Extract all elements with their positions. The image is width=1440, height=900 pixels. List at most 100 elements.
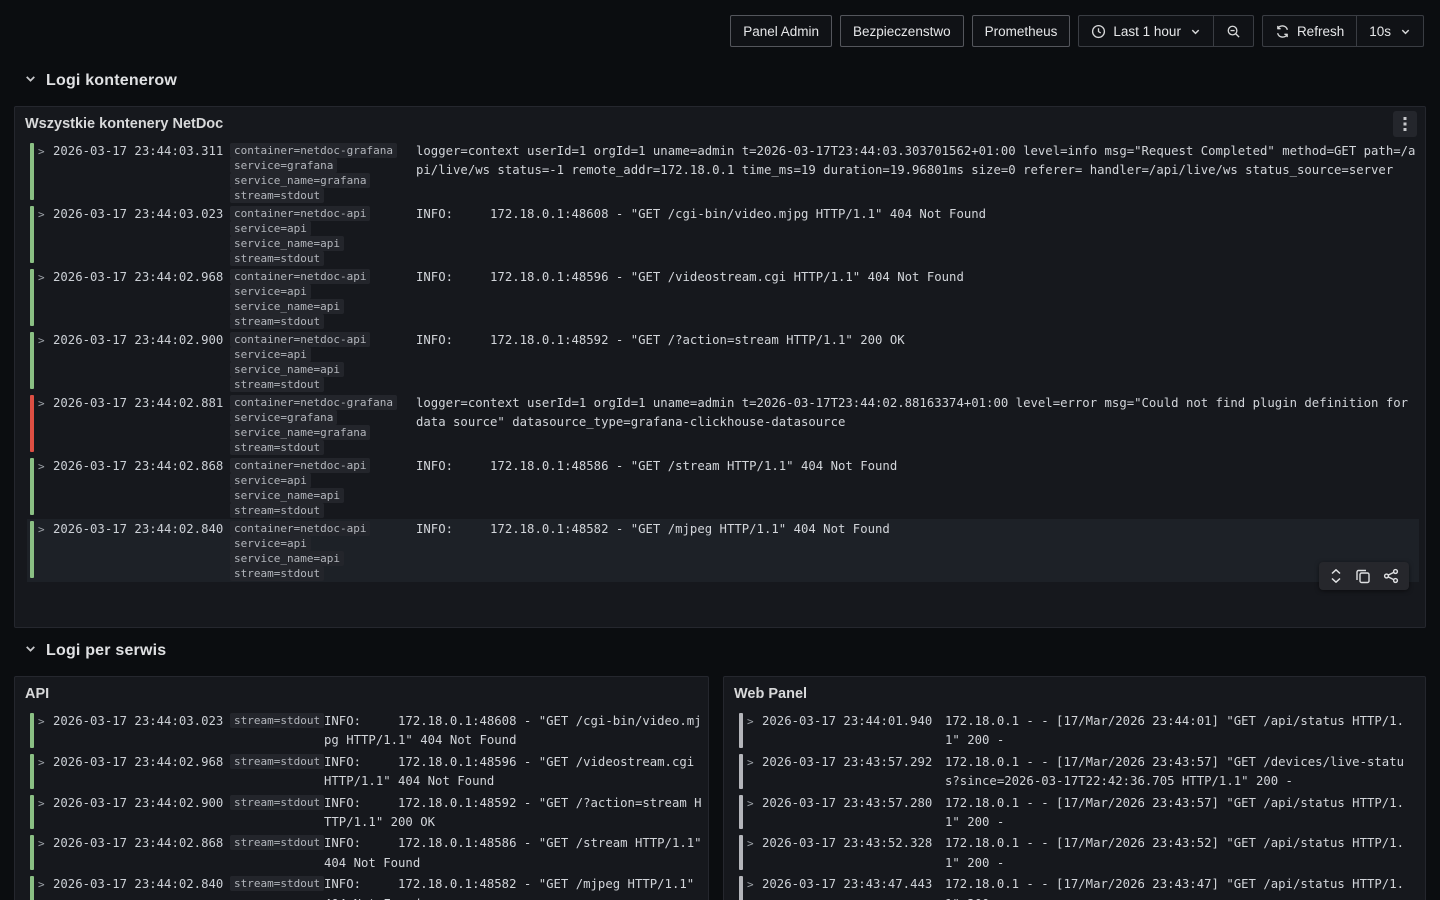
expand-chevron-icon[interactable]: > [747, 753, 758, 772]
nav-button-prometheus[interactable]: Prometheus [972, 15, 1071, 47]
panel-web: Web Panel > 2026-03-17 23:44:01.940 172.… [723, 676, 1426, 900]
log-labels: stream=stdout [230, 875, 318, 891]
log-label-chip: service_name=api [230, 299, 344, 314]
log-label-chip: stream=stdout [230, 503, 324, 518]
log-timestamp: 2026-03-17 23:43:47.443 [762, 875, 933, 894]
log-row[interactable]: > 2026-03-17 23:44:01.940 172.18.0.1 - -… [736, 711, 1419, 752]
log-label-chip: container=netdoc-grafana [230, 395, 397, 410]
log-level-bar [739, 713, 743, 748]
unfold-row-icon[interactable] [1329, 568, 1343, 584]
log-level-bar [30, 332, 34, 389]
log-level-bar [30, 206, 34, 263]
log-list: > 2026-03-17 23:44:03.311 container=netd… [15, 137, 1425, 582]
log-level-bar [739, 795, 743, 830]
kebab-menu-icon[interactable] [1393, 111, 1417, 137]
log-label-chip: container=netdoc-grafana [230, 143, 397, 158]
log-level-bar [30, 713, 34, 748]
expand-chevron-icon[interactable]: > [38, 794, 49, 813]
nav-button-label: Bezpieczenstwo [853, 24, 951, 39]
log-label-chip: service_name=grafana [230, 173, 370, 188]
log-row[interactable]: > 2026-03-17 23:43:57.280 172.18.0.1 - -… [736, 793, 1419, 834]
log-message: logger=context userId=1 orgId=1 uname=ad… [416, 394, 1418, 433]
log-message: 172.18.0.1 - - [17/Mar/2026 23:43:57] "G… [945, 794, 1406, 833]
nav-button-bezpieczenstwo[interactable]: Bezpieczenstwo [840, 15, 964, 47]
log-label-chip: container=netdoc-api [230, 206, 370, 221]
log-level-bar [739, 876, 743, 900]
refresh-interval-picker[interactable]: 10s [1356, 15, 1424, 47]
log-level-bar [30, 795, 34, 830]
log-label-chip: stream=stdout [230, 713, 324, 728]
panel-title[interactable]: API [25, 686, 49, 702]
log-label-chip: service_name=api [230, 236, 344, 251]
panel-title[interactable]: Web Panel [734, 686, 807, 702]
log-row[interactable]: > 2026-03-17 23:44:02.900 container=netd… [27, 330, 1419, 393]
log-labels: container=netdoc-apiservice=apiservice_n… [230, 331, 410, 392]
log-timestamp: 2026-03-17 23:44:02.968 [53, 753, 224, 772]
log-timestamp: 2026-03-17 23:44:02.900 [53, 331, 224, 350]
expand-chevron-icon[interactable]: > [747, 712, 758, 731]
clock-icon [1091, 24, 1106, 39]
log-label-chip: stream=stdout [230, 566, 324, 581]
log-message: INFO: 172.18.0.1:48582 - "GET /mjpeg HTT… [324, 875, 704, 900]
log-row[interactable]: > 2026-03-17 23:44:02.968 stream=stdout … [27, 752, 702, 793]
expand-chevron-icon[interactable]: > [38, 331, 49, 350]
log-row[interactable]: > 2026-03-17 23:44:03.311 container=netd… [27, 141, 1419, 204]
expand-chevron-icon[interactable]: > [38, 205, 49, 224]
expand-chevron-icon[interactable]: > [38, 142, 49, 161]
zoom-out-button[interactable] [1213, 15, 1254, 47]
expand-chevron-icon[interactable]: > [38, 394, 49, 413]
log-level-bar [30, 269, 34, 326]
expand-chevron-icon[interactable]: > [38, 875, 49, 894]
log-row[interactable]: > 2026-03-17 23:44:03.023 stream=stdout … [27, 711, 702, 752]
expand-chevron-icon[interactable]: > [747, 794, 758, 813]
log-label-chip: service_name=api [230, 362, 344, 377]
log-timestamp: 2026-03-17 23:44:02.868 [53, 834, 224, 853]
log-list: > 2026-03-17 23:44:03.023 stream=stdout … [15, 707, 708, 900]
copy-icon[interactable] [1355, 568, 1371, 584]
log-row[interactable]: > 2026-03-17 23:44:02.881 container=netd… [27, 393, 1419, 456]
log-row[interactable]: > 2026-03-17 23:44:02.868 container=netd… [27, 456, 1419, 519]
refresh-button[interactable]: Refresh [1262, 15, 1356, 47]
expand-chevron-icon[interactable]: > [747, 834, 758, 853]
log-timestamp: 2026-03-17 23:44:02.900 [53, 794, 224, 813]
log-row[interactable]: > 2026-03-17 23:44:03.023 container=netd… [27, 204, 1419, 267]
log-label-chip: service_name=grafana [230, 425, 370, 440]
expand-chevron-icon[interactable]: > [747, 875, 758, 894]
log-message: INFO: 172.18.0.1:48592 - "GET /?action=s… [324, 794, 704, 833]
expand-chevron-icon[interactable]: > [38, 268, 49, 287]
log-label-chip: service=api [230, 221, 311, 236]
time-range-picker[interactable]: Last 1 hour [1078, 15, 1213, 47]
log-timestamp: 2026-03-17 23:44:03.023 [53, 205, 224, 224]
refresh-interval-label: 10s [1369, 24, 1391, 39]
log-row[interactable]: > 2026-03-17 23:44:02.900 stream=stdout … [27, 793, 702, 834]
expand-chevron-icon[interactable]: > [38, 753, 49, 772]
log-labels: container=netdoc-apiservice=apiservice_n… [230, 268, 410, 329]
panel-title[interactable]: Wszystkie kontenery NetDoc [25, 116, 223, 132]
log-timestamp: 2026-03-17 23:44:01.940 [762, 712, 933, 731]
expand-chevron-icon[interactable]: > [38, 834, 49, 853]
log-row[interactable]: > 2026-03-17 23:44:02.868 stream=stdout … [27, 833, 702, 874]
log-message: INFO: 172.18.0.1:48586 - "GET /stream HT… [324, 834, 704, 873]
log-timestamp: 2026-03-17 23:43:57.292 [762, 753, 933, 772]
expand-chevron-icon[interactable]: > [38, 457, 49, 476]
log-labels: container=netdoc-apiservice=apiservice_n… [230, 520, 410, 581]
log-level-bar [739, 835, 743, 870]
log-message: 172.18.0.1 - - [17/Mar/2026 23:44:01] "G… [945, 712, 1406, 751]
expand-chevron-icon[interactable]: > [38, 520, 49, 539]
section-logi-kontenerow[interactable]: Logi kontenerow [24, 72, 177, 90]
share-icon[interactable] [1383, 568, 1399, 584]
log-timestamp: 2026-03-17 23:43:52.328 [762, 834, 933, 853]
log-row[interactable]: > 2026-03-17 23:43:52.328 172.18.0.1 - -… [736, 833, 1419, 874]
nav-button-panel-admin[interactable]: Panel Admin [730, 15, 832, 47]
log-row[interactable]: > 2026-03-17 23:43:57.292 172.18.0.1 - -… [736, 752, 1419, 793]
log-level-bar [30, 835, 34, 870]
log-row[interactable]: > 2026-03-17 23:43:47.443 172.18.0.1 - -… [736, 874, 1419, 900]
log-label-chip: service=api [230, 284, 311, 299]
expand-chevron-icon[interactable]: > [38, 712, 49, 731]
section-logi-per-serwis[interactable]: Logi per serwis [24, 642, 166, 660]
log-message: INFO: 172.18.0.1:48586 - "GET /stream HT… [416, 457, 1418, 476]
log-label-chip: service=api [230, 536, 311, 551]
log-row[interactable]: > 2026-03-17 23:44:02.968 container=netd… [27, 267, 1419, 330]
log-row[interactable]: > 2026-03-17 23:44:02.840 stream=stdout … [27, 874, 702, 900]
log-row[interactable]: > 2026-03-17 23:44:02.840 container=netd… [27, 519, 1419, 582]
